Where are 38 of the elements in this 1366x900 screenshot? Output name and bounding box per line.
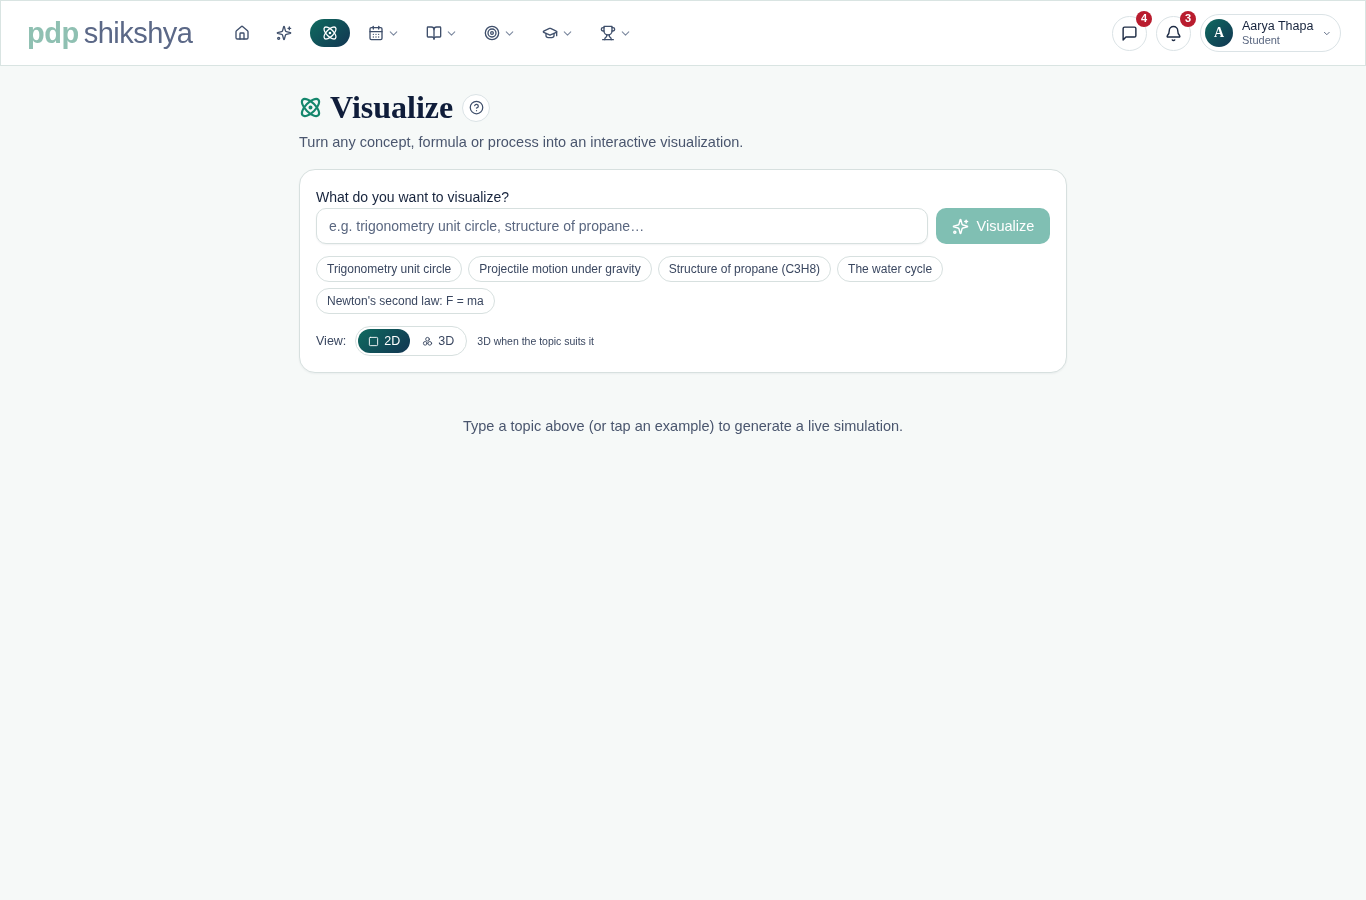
page-title: Visualize	[330, 90, 454, 126]
page-subtitle: Turn any concept, formula or process into an interactive visualization.	[299, 134, 745, 151]
topic-input[interactable]: e.g. trigonometry unit circle, structure of propane…	[316, 208, 928, 245]
user-avatar: A	[1205, 19, 1233, 47]
calendar-icon	[368, 25, 385, 41]
view-label: View:	[316, 334, 347, 349]
target-icon	[484, 25, 501, 41]
user-role: Student	[1242, 33, 1281, 46]
input-label: What do you want to visualize?	[316, 189, 510, 206]
three-circles-icon	[422, 335, 434, 347]
view-option-button[interactable]: 2D	[358, 329, 411, 354]
example-topic-button[interactable]: Newton's second law: F = ma	[316, 288, 495, 315]
help-icon	[468, 100, 484, 116]
sparkles-icon	[951, 217, 969, 235]
graduation-cap-icon	[542, 25, 559, 41]
example-topic-button[interactable]: The water cycle	[837, 256, 944, 283]
view-option-button[interactable]: 3D	[412, 329, 465, 354]
book-icon	[426, 25, 443, 41]
brand-logo[interactable]: pdp shikshya	[27, 18, 193, 48]
notification-count-badge: 3	[1180, 10, 1196, 27]
help-button[interactable]	[462, 93, 491, 122]
chat-bubble-icon	[1121, 24, 1138, 42]
atom-icon	[299, 96, 322, 120]
view-hint: 3D when the topic suits it	[477, 335, 595, 348]
home-icon	[234, 25, 251, 41]
trophy-icon	[600, 25, 617, 41]
example-topic-button[interactable]: Structure of propane (C3H8)	[657, 256, 832, 283]
unread-count-badge: 4	[1136, 10, 1152, 27]
user-menu-button[interactable]: A Aarya Thapa Student	[1200, 14, 1341, 52]
user-name: Aarya Thapa	[1242, 20, 1314, 34]
example-topic-button[interactable]: Projectile motion under gravity	[468, 256, 652, 283]
empty-state-message: Type a topic above (or tap an example) to generate a live simulation.	[461, 418, 905, 435]
bell-icon	[1165, 24, 1182, 42]
atom-icon	[322, 25, 339, 41]
sparkles-icon	[276, 25, 293, 41]
square-icon	[368, 335, 380, 347]
example-topic-button[interactable]: Trigonometry unit circle	[316, 256, 463, 283]
nav-button[interactable]	[310, 19, 351, 47]
